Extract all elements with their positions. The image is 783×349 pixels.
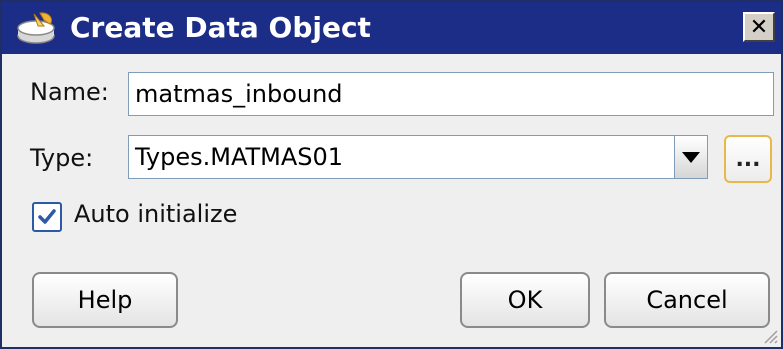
- help-button[interactable]: Help: [32, 272, 178, 328]
- type-combobox[interactable]: Types.MATMAS01: [128, 135, 676, 179]
- cancel-button[interactable]: Cancel: [604, 272, 770, 328]
- name-input[interactable]: matmas_inbound: [128, 72, 774, 116]
- create-data-object-dialog: Create Data Object ✕ Name: matmas_inboun…: [0, 0, 783, 349]
- window-title: Create Data Object: [70, 11, 371, 44]
- resize-grip-icon[interactable]: [761, 327, 779, 345]
- browse-type-button[interactable]: ...: [724, 135, 772, 183]
- auto-initialize-checkbox[interactable]: [32, 202, 62, 232]
- auto-initialize-label[interactable]: Auto initialize: [74, 200, 237, 228]
- type-label: Type:: [30, 144, 94, 172]
- title-bar[interactable]: Create Data Object ✕: [2, 2, 781, 54]
- type-dropdown-button[interactable]: [674, 135, 708, 179]
- name-label: Name:: [30, 78, 109, 106]
- close-icon: ✕: [749, 14, 769, 40]
- close-button[interactable]: ✕: [743, 12, 775, 42]
- data-object-icon: [14, 10, 62, 46]
- chevron-down-icon: [682, 151, 700, 163]
- ok-button[interactable]: OK: [460, 272, 590, 328]
- checkmark-icon: [38, 209, 56, 224]
